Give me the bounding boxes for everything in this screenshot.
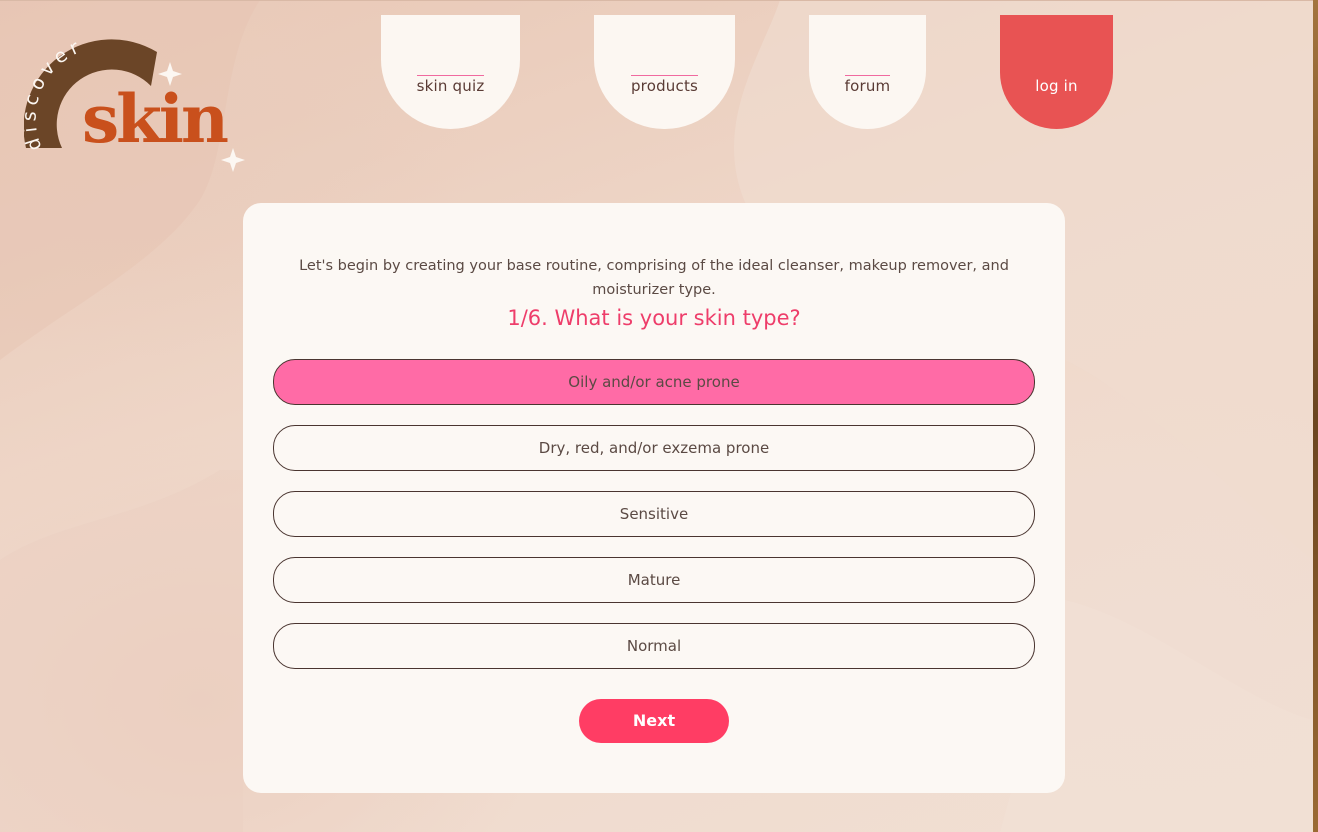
discover-skin-logo[interactable]: discover skin bbox=[18, 34, 299, 178]
nav-products-label: products bbox=[630, 75, 699, 95]
option-dry-red-exzema-prone[interactable]: Dry, red, and/or exzema prone bbox=[273, 425, 1035, 471]
nav-forum[interactable]: forum bbox=[809, 15, 926, 129]
nav-log-in[interactable]: log in bbox=[1000, 15, 1113, 129]
option-mature[interactable]: Mature bbox=[273, 557, 1035, 603]
option-normal[interactable]: Normal bbox=[273, 623, 1035, 669]
nav-forum-label: forum bbox=[844, 75, 891, 95]
option-oily-acne-prone[interactable]: Oily and/or acne prone bbox=[273, 359, 1035, 405]
logo-wordmark: skin bbox=[82, 80, 228, 158]
quiz-question: 1/6. What is your skin type? bbox=[507, 306, 801, 330]
top-border bbox=[0, 0, 1313, 1]
quiz-card: Let's begin by creating your base routin… bbox=[243, 203, 1065, 793]
next-button[interactable]: Next bbox=[579, 699, 729, 743]
quiz-intro-text: Let's begin by creating your base routin… bbox=[299, 258, 1009, 298]
window-edge bbox=[1313, 0, 1318, 832]
nav-log-in-label: log in bbox=[1035, 75, 1078, 95]
option-sensitive[interactable]: Sensitive bbox=[273, 491, 1035, 537]
nav-skin-quiz-label: skin quiz bbox=[416, 75, 485, 95]
